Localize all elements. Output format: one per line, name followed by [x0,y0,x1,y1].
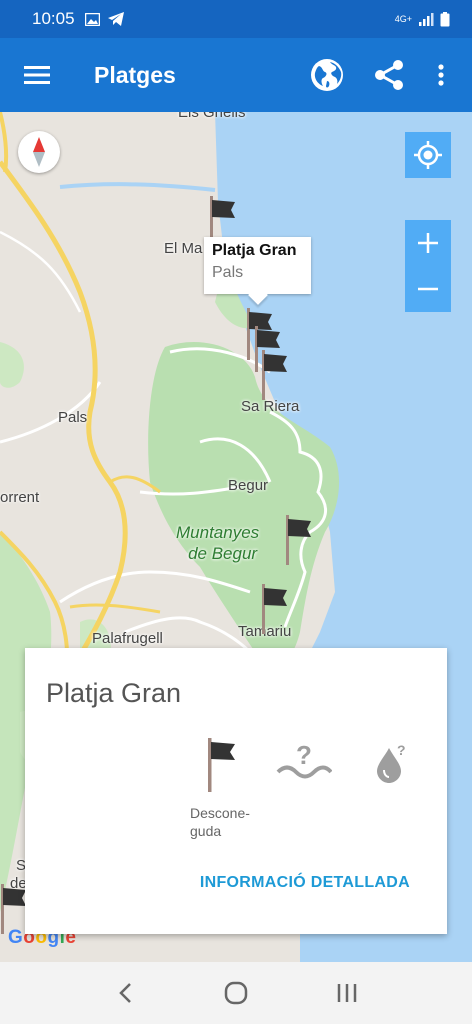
my-location-icon [414,141,442,169]
svg-text:?: ? [397,742,406,758]
recents-icon [337,984,356,1002]
menu-button[interactable] [0,38,74,112]
status-time: 10:05 [32,9,75,28]
zoom-in-button[interactable] [405,220,451,266]
flag-status-icon [208,738,235,792]
globe-icon [311,59,343,91]
beach-flag-marker[interactable] [283,515,313,565]
zoom-out-button[interactable] [405,266,451,312]
hamburger-menu-icon [24,66,50,84]
place-label-el-mas: El Ma [164,240,203,257]
home-button[interactable] [206,968,266,1018]
share-icon [375,60,403,90]
compass-icon [33,137,45,167]
detailed-info-link[interactable]: INFORMACIÓ DETALLADA [200,874,410,892]
place-label-torrent: orrent [0,489,40,506]
minus-icon [418,287,438,291]
app-bar: Platges [0,38,472,112]
place-label-sa-riera: Sa Riera [241,398,300,415]
image-icon [84,12,100,26]
place-label-muntanyes-de-begur: Muntanyes de Begur [176,522,259,564]
flag-status-label: Descone­guda [190,805,250,839]
beach-flag-marker[interactable] [259,350,289,400]
map-type-button[interactable] [296,44,358,106]
callout-title: Platja Gran [212,242,297,259]
callout-subtitle: Pals [212,264,244,281]
place-label-pals: Pals [58,409,88,426]
signal-icon [419,13,434,26]
status-bar: 10:05 4G+ [0,0,472,38]
battery-icon [440,11,450,26]
system-nav-bar [0,962,472,1024]
svg-text:?: ? [296,740,312,770]
recents-button[interactable] [317,968,377,1018]
place-label-muntanyes-line1: Muntanyes [176,523,260,542]
marker-callout[interactable]: Platja Gran Pals [204,237,311,294]
share-button[interactable] [358,44,420,106]
back-icon [119,983,132,1003]
place-label-muntanyes-line2: de Begur [188,544,258,563]
back-button[interactable] [95,968,155,1018]
card-title: Platja Gran [46,678,182,708]
beach-info-card[interactable]: Platja Gran ? ? Descone­guda INFORMACIÓ … [25,648,447,934]
network-type: 4G+ [394,14,412,24]
zoom-controls [405,220,451,312]
place-label-palafrugell: Palafrugell [92,630,163,647]
place-label-begur: Begur [228,477,269,494]
my-location-button[interactable] [405,132,451,178]
more-vert-icon [438,64,444,86]
compass-button[interactable] [18,131,60,173]
home-icon [224,981,248,1005]
more-options-button[interactable] [420,44,462,106]
plus-icon [418,233,438,253]
water-unknown-icon: ? [276,740,332,779]
beach-flag-marker[interactable] [207,196,237,240]
drop-unknown-icon: ? [377,742,406,783]
page-title: Platges [94,61,176,88]
place-label-els-griells: Els Griells [178,112,246,121]
telegram-icon [107,12,124,26]
beach-flag-marker[interactable] [259,584,289,634]
